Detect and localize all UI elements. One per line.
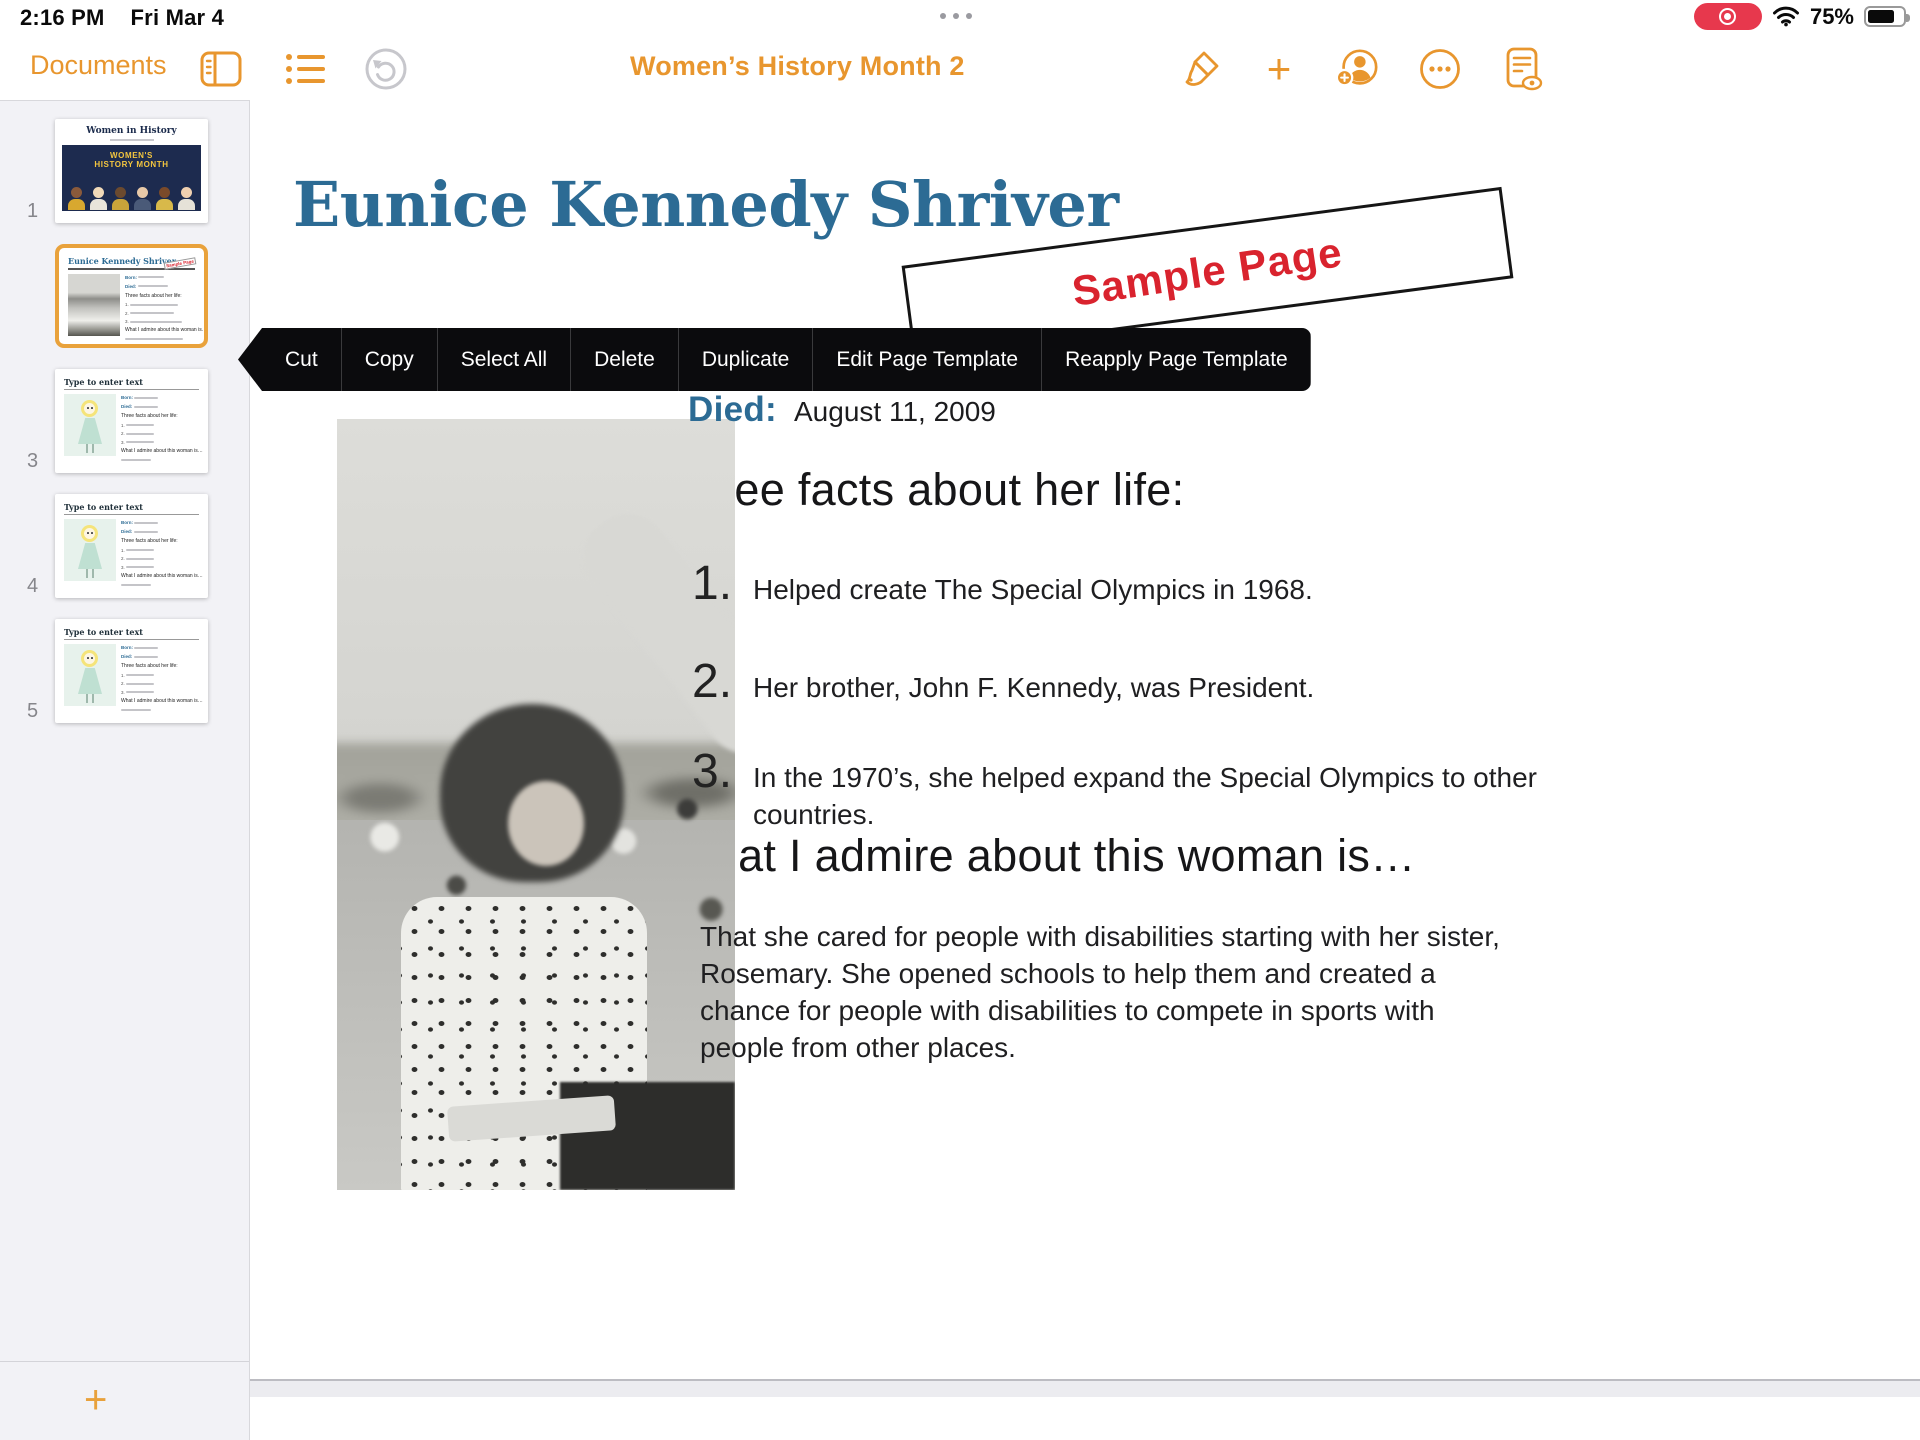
battery-percent: 75% [1810, 4, 1854, 30]
pages-app: 2:16 PM Fri Mar 4 75% Documents [0, 0, 1920, 1440]
multitasking-dots-icon[interactable] [940, 13, 972, 19]
document-title: Women’s History Month 2 [630, 51, 965, 82]
page-number: 5 [27, 700, 38, 723]
page-thumbnails-sidebar-icon[interactable] [198, 46, 244, 92]
menu-item-duplicate[interactable]: Duplicate [678, 328, 813, 391]
mini-placeholder-illustration [64, 644, 116, 706]
mini-photo [68, 274, 120, 336]
fact-item-3[interactable]: 3. In the 1970’s, she helped expand the … [692, 744, 1603, 833]
mini-placeholder-illustration [64, 519, 116, 581]
fact-text: Helped create The Special Olympics in 19… [753, 556, 1603, 611]
paragraph-line: Rosemary. She opened schools to help the… [700, 955, 1500, 992]
sidebar-footer: + [0, 1361, 249, 1440]
thumb-cover-title: Women in History [55, 126, 208, 136]
cover-figures [62, 187, 201, 211]
undo-icon[interactable] [363, 46, 409, 92]
toolbar: Documents Women’s History [0, 36, 1920, 100]
screen-recording-icon[interactable] [1694, 3, 1762, 30]
thumbnail-page-5[interactable]: 5 Type to enter text Born: Died: Three f… [55, 619, 208, 723]
page-separator [250, 1379, 1920, 1397]
status-bar: 2:16 PM Fri Mar 4 75% [0, 0, 1920, 36]
collaborate-icon[interactable] [1334, 46, 1380, 92]
died-value: August 11, 2009 [794, 396, 996, 428]
admire-paragraph[interactable]: That she cared for people with disabilit… [700, 918, 1500, 1066]
page-thumbnails-sidebar: 1 Women in History WOMEN'S HISTORY MONTH [0, 100, 250, 1440]
insert-plus-icon[interactable]: + [1256, 46, 1302, 92]
menu-item-reapply-page-template[interactable]: Reapply Page Template [1041, 328, 1311, 391]
fact-text: In the 1970’s, she helped expand the Spe… [753, 744, 1603, 833]
died-row[interactable]: Died: August 11, 2009 [688, 390, 996, 430]
thumbnail-page-4[interactable]: 4 Type to enter text Born: Died: Three f… [55, 494, 208, 598]
menu-item-edit-page-template[interactable]: Edit Page Template [812, 328, 1041, 391]
admire-heading[interactable]: What I admire about this woman is… [670, 830, 1416, 882]
facts-heading[interactable]: Three facts about her life: [666, 464, 1184, 516]
fact-number: 1. [692, 556, 753, 611]
menu-item-cut[interactable]: Cut [262, 328, 341, 391]
menu-item-select-all[interactable]: Select All [437, 328, 570, 391]
died-label: Died: [688, 390, 777, 430]
date: Fri Mar 4 [131, 5, 225, 30]
fact-item-1[interactable]: 1. Helped create The Special Olympics in… [692, 556, 1603, 611]
status-time-date: 2:16 PM Fri Mar 4 [20, 5, 224, 31]
clock: 2:16 PM [20, 5, 105, 30]
reader-view-icon[interactable] [1499, 46, 1545, 92]
page-number: 4 [27, 575, 38, 598]
thumbnail-page-1[interactable]: 1 Women in History WOMEN'S HISTORY MONTH [55, 119, 208, 223]
context-menu: Cut Copy Select All Delete Duplicate Edi… [238, 328, 1311, 391]
mini-placeholder-illustration [64, 394, 116, 456]
menu-item-copy[interactable]: Copy [341, 328, 437, 391]
thumb-title: Type to enter text [64, 502, 199, 512]
thumbnail-page-3[interactable]: 3 Type to enter text Born: Died: Three f… [55, 369, 208, 473]
more-options-icon[interactable] [1417, 46, 1463, 92]
documents-button[interactable]: Documents [30, 50, 167, 81]
battery-icon [1864, 6, 1906, 27]
page-number: 1 [27, 200, 38, 223]
thumb-title: Type to enter text [64, 627, 199, 637]
fact-number: 2. [692, 654, 753, 709]
document-heading[interactable]: Eunice Kennedy Shriver [293, 168, 1119, 241]
paragraph-line: people from other places. [700, 1029, 1500, 1066]
photo-eunice-kennedy-shriver[interactable] [337, 419, 735, 1190]
thumb-title: Type to enter text [64, 377, 199, 387]
fact-number: 3. [692, 744, 753, 833]
fact-item-2[interactable]: 2. Her brother, John F. Kennedy, was Pre… [692, 654, 1603, 709]
wifi-icon [1772, 6, 1800, 27]
page-number: 3 [27, 450, 38, 473]
add-page-button[interactable]: + [84, 1378, 107, 1423]
menu-item-delete[interactable]: Delete [570, 328, 678, 391]
format-brush-icon[interactable] [1178, 46, 1224, 92]
paragraph-line: chance for people with disabilities to c… [700, 992, 1500, 1029]
thumb-cover-banner: WOMEN'S HISTORY MONTH [62, 145, 201, 211]
table-of-contents-icon[interactable] [283, 46, 329, 92]
fact-text: Her brother, John F. Kennedy, was Presid… [753, 654, 1603, 709]
thumbnail-page-2-selected[interactable]: 2 Sample Page Eunice Kennedy Shriver Bor… [55, 244, 208, 348]
paragraph-line: That she cared for people with disabilit… [700, 918, 1500, 955]
